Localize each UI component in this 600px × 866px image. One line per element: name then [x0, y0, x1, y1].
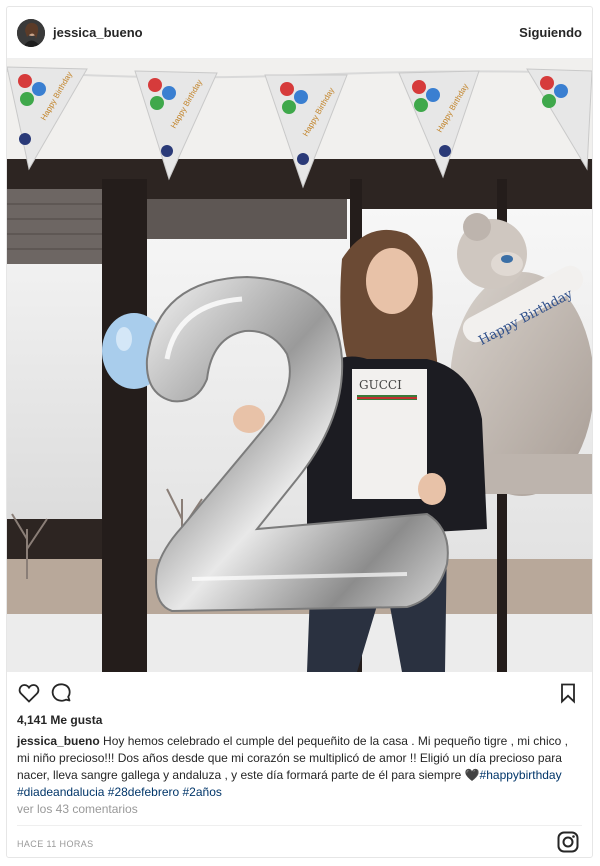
post-actions	[7, 673, 592, 713]
view-comments-link[interactable]: ver los 43 comentarios	[17, 802, 138, 816]
post-caption: jessica_bueno Hoy hemos celebrado el cum…	[17, 733, 583, 801]
shirt-text: GUCCI	[359, 378, 402, 392]
hashtag-link[interactable]: #diadeandalucia	[17, 785, 104, 799]
heart-icon[interactable]	[17, 681, 41, 710]
bookmark-icon[interactable]	[556, 681, 580, 710]
hashtag-link[interactable]: #28defebrero	[108, 785, 179, 799]
post-header: jessica_bueno Siguiendo	[7, 7, 592, 59]
avatar[interactable]	[17, 19, 45, 47]
likes-count[interactable]: 4,141 Me gusta	[17, 713, 102, 727]
post-timestamp: HACE 11 HORAS	[17, 839, 94, 849]
comment-icon[interactable]	[49, 681, 73, 710]
post-photo[interactable]: Happy Birthday Happy Birthday Happy Birt…	[7, 59, 592, 672]
hashtag-link[interactable]: #happybirthday	[480, 768, 562, 782]
username-link[interactable]: jessica_bueno	[53, 25, 143, 40]
black-heart-emoji: 🖤	[464, 768, 480, 782]
divider	[17, 825, 582, 826]
following-button[interactable]: Siguiendo	[519, 25, 582, 40]
instagram-icon[interactable]	[556, 830, 580, 859]
instagram-post-card: jessica_bueno Siguiendo Happy Birthday H…	[6, 6, 593, 858]
caption-username[interactable]: jessica_bueno	[17, 734, 100, 748]
hashtag-link[interactable]: #2años	[183, 785, 222, 799]
birthday-photo-illustration: Happy Birthday Happy Birthday Happy Birt…	[7, 59, 592, 672]
